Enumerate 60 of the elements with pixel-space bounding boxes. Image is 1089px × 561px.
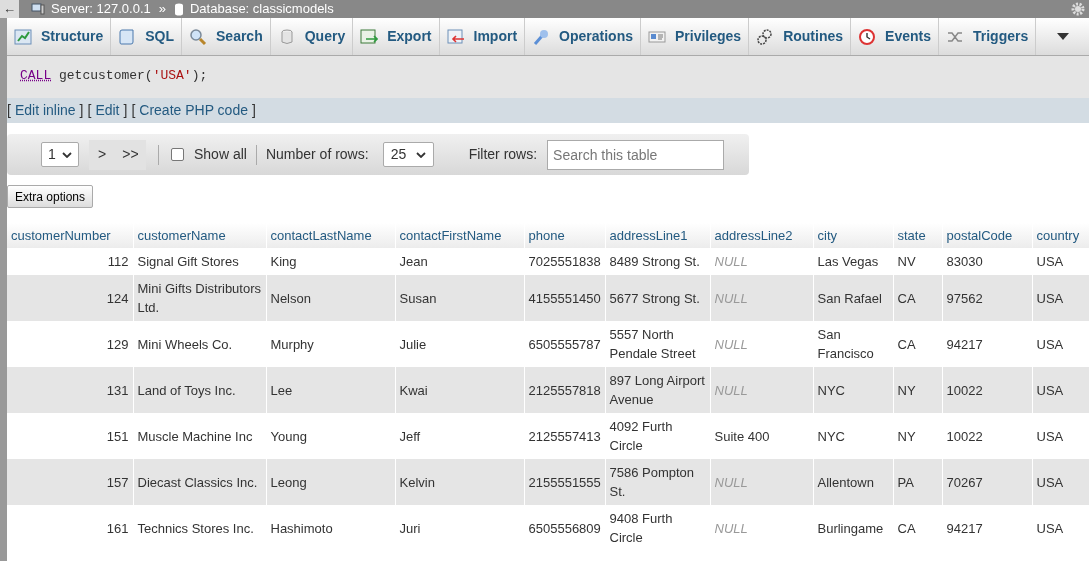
breadcrumb-separator: » <box>158 0 166 19</box>
clock-icon <box>858 27 877 46</box>
bracket: [ <box>131 101 136 120</box>
nav-tab[interactable]: Routines <box>749 18 852 55</box>
import-icon <box>446 27 465 46</box>
bracket: ] <box>79 101 84 120</box>
scroll-icon <box>118 27 137 46</box>
page-select[interactable]: 1 <box>41 142 79 167</box>
nav-tab[interactable]: Triggers <box>938 18 1037 55</box>
table-cell: 6505556809 <box>524 505 605 551</box>
nav-tab[interactable]: Structure <box>7 18 112 55</box>
sql-query: CALL getcustomer('USA'); <box>20 68 208 83</box>
server-icon <box>31 2 45 16</box>
table-cell: 94217 <box>942 505 1032 551</box>
server-link[interactable]: Server: 127.0.0.1 <box>51 0 151 19</box>
nav-tab[interactable]: Privileges <box>641 18 750 55</box>
next-page-button[interactable]: > <box>89 139 115 170</box>
export-icon <box>360 27 379 46</box>
dropdown-caret-icon[interactable] <box>1056 32 1069 41</box>
table-cell: Hashimoto <box>266 505 395 551</box>
extra-options-button[interactable]: Extra options <box>7 185 94 208</box>
table-cell: Technics Stores Inc. <box>133 505 266 551</box>
last-page-button[interactable]: >> <box>115 139 146 170</box>
table-cell: Burlingame <box>813 505 893 551</box>
gears-icon <box>756 27 775 46</box>
table-cell: 9408 Furth Circle <box>605 505 710 551</box>
query-link[interactable]: Create PHP code <box>135 100 252 121</box>
show-all-label: Show all <box>194 145 247 164</box>
filter-field[interactable]: Search this table <box>547 139 725 170</box>
show-all-checkbox[interactable] <box>171 148 184 161</box>
table-cell: CA <box>893 505 942 551</box>
query-link[interactable]: Edit inline <box>10 100 80 121</box>
wrench-icon <box>532 27 551 46</box>
query-link[interactable]: Edit <box>91 100 124 121</box>
bracket: ] <box>123 101 128 120</box>
nav-tab[interactable]: Query <box>270 18 354 55</box>
chevron-down-icon <box>62 151 72 158</box>
search-icon <box>189 27 207 46</box>
chevron-down-icon <box>415 151 426 158</box>
table-structure-icon <box>14 27 32 46</box>
table-cell: Juri <box>395 505 524 551</box>
nav-tab[interactable]: Events <box>851 18 939 55</box>
nav-tab[interactable]: Search <box>182 18 271 55</box>
filter-label: Filter rows: <box>468 145 538 164</box>
back-link[interactable]: ← <box>0 0 19 18</box>
table-cell: 161 <box>7 505 133 551</box>
nav-tab[interactable]: Operations <box>525 18 641 55</box>
nav-tab[interactable]: Import <box>439 18 526 55</box>
database-icon <box>173 2 184 16</box>
database-link[interactable]: Database: classicmodels <box>189 0 334 19</box>
nav-tab[interactable]: Export <box>353 18 440 55</box>
rows-select[interactable]: 25 <box>382 142 434 167</box>
bracket: [ <box>87 101 92 120</box>
nav-tab[interactable]: SQL <box>111 18 182 55</box>
table-cell: USA <box>1032 505 1089 551</box>
rows-label: Number of rows: <box>265 145 369 164</box>
bracket: [ <box>7 101 11 120</box>
bracket: ] <box>252 101 256 120</box>
settings-icon[interactable] <box>1070 1 1086 17</box>
table-cell: NULL <box>710 505 813 551</box>
